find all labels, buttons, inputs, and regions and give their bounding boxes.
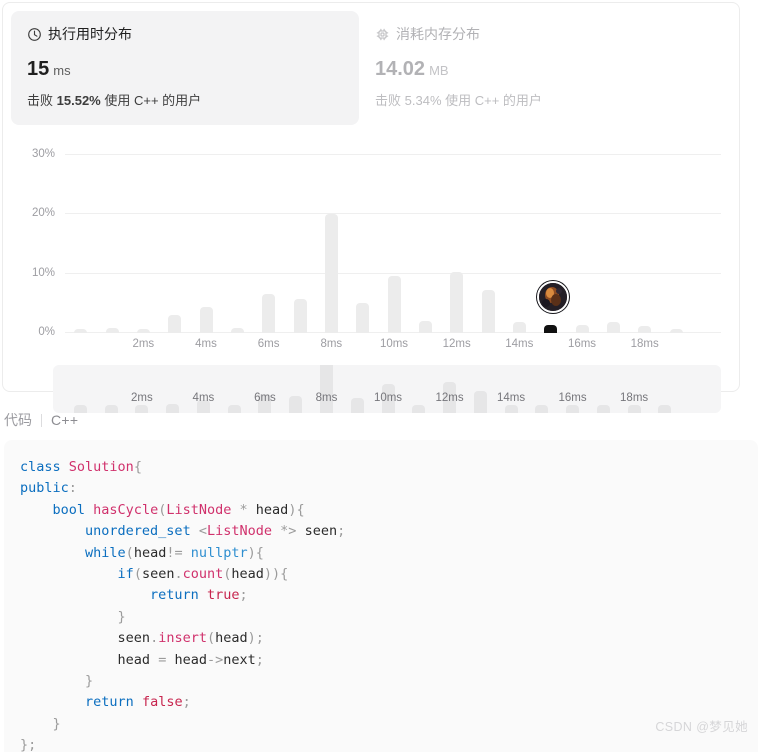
runtime-unit: ms xyxy=(53,63,71,78)
code-label: 代码 xyxy=(4,412,32,428)
chart-bar[interactable] xyxy=(481,289,495,333)
chart-bar[interactable] xyxy=(669,328,683,333)
runtime-card-title: 执行用时分布 xyxy=(48,26,132,42)
memory-value: 14.02 xyxy=(375,58,426,80)
minimap-x-axis-tick: 2ms xyxy=(131,392,153,404)
chip-icon xyxy=(375,27,390,42)
runtime-value: 15 xyxy=(27,58,50,80)
y-axis-tick: 10% xyxy=(31,266,55,279)
user-avatar-marker[interactable] xyxy=(536,280,569,313)
chart-bar[interactable] xyxy=(324,214,338,333)
chart-bar[interactable] xyxy=(512,321,526,333)
x-axis-tick: 2ms xyxy=(132,338,155,350)
chart-bar[interactable] xyxy=(168,314,182,333)
submission-stats-panel: 执行用时分布 15 ms 击败 15.52% 使用 C++ 的用户 消耗内存分布… xyxy=(2,2,740,413)
runtime-beat-prefix: 击败 xyxy=(27,93,54,108)
x-axis-tick: 4ms xyxy=(195,338,217,350)
memory-card-header: 消耗内存分布 xyxy=(375,25,691,43)
chart-bar[interactable] xyxy=(606,321,620,333)
y-axis-tick: 30% xyxy=(31,147,55,160)
x-axis-tick: 6ms xyxy=(257,338,280,350)
code-section-header: 代码 C++ xyxy=(4,410,78,430)
runtime-stat-card[interactable]: 执行用时分布 15 ms 击败 15.52% 使用 C++ 的用户 xyxy=(11,11,359,125)
chart-minimap-brush[interactable]: 2ms 4ms 6ms 8ms 10ms 12ms 14ms 16ms 18ms xyxy=(53,365,721,413)
x-axis-tick: 18ms xyxy=(630,338,659,350)
chart-bar[interactable] xyxy=(293,298,307,333)
code-block[interactable]: class Solution{ public: bool hasCycle(Li… xyxy=(4,440,758,752)
memory-beat-prefix: 击败 xyxy=(375,93,402,108)
x-axis-tick: 16ms xyxy=(567,338,597,350)
memory-beat-suffix: 使用 C++ 的用户 xyxy=(445,93,542,108)
code-content: class Solution{ public: bool hasCycle(Li… xyxy=(20,459,346,752)
runtime-beat-suffix: 使用 C++ 的用户 xyxy=(104,93,202,108)
minimap-x-axis-tick: 16ms xyxy=(558,392,587,404)
runtime-value-row: 15 ms xyxy=(27,57,343,83)
chart-bars xyxy=(65,143,721,333)
memory-card-title: 消耗内存分布 xyxy=(396,26,480,42)
chart-plot-area: 0% 10% 20% 30% xyxy=(32,143,721,338)
memory-beat-percent: 5.34% xyxy=(404,93,442,108)
minimap-x-axis-tick: 6ms xyxy=(254,392,276,404)
x-axis-tick: 14ms xyxy=(505,338,534,350)
x-axis-tick: 10ms xyxy=(379,338,409,350)
csdn-watermark: CSDN @梦见她 xyxy=(655,720,748,734)
runtime-card-header: 执行用时分布 xyxy=(27,25,343,43)
minimap-x-axis-tick: 18ms xyxy=(620,392,649,404)
chart-bar[interactable] xyxy=(74,328,88,333)
minimap-x-axis-tick: 4ms xyxy=(192,392,215,404)
clock-icon xyxy=(27,27,42,42)
chart-bar[interactable] xyxy=(230,327,244,333)
x-axis-tick: 12ms xyxy=(442,338,471,350)
runtime-beat-percent: 15.52% xyxy=(56,93,101,108)
memory-value-row: 14.02 MB xyxy=(375,57,691,83)
minimap-x-axis-tick: 12ms xyxy=(435,392,464,404)
runtime-beat-text: 击败 15.52% 使用 C++ 的用户 xyxy=(27,92,343,109)
chart-bar[interactable] xyxy=(105,328,119,333)
memory-beat-text: 击败 5.34% 使用 C++ 的用户 xyxy=(375,92,691,109)
chart-bar[interactable] xyxy=(450,271,464,333)
chart-bar[interactable] xyxy=(262,294,276,333)
code-language: C++ xyxy=(51,412,79,428)
minimap-x-axis-tick: 14ms xyxy=(496,392,526,404)
code-head-divider xyxy=(41,413,42,427)
chart-bar[interactable] xyxy=(387,276,401,333)
memory-stat-card[interactable]: 消耗内存分布 14.02 MB 击败 5.34% 使用 C++ 的用户 xyxy=(359,11,707,125)
chart-bar-highlighted[interactable] xyxy=(544,324,558,333)
stat-card-row: 执行用时分布 15 ms 击败 15.52% 使用 C++ 的用户 消耗内存分布… xyxy=(3,3,739,125)
chart-bar[interactable] xyxy=(638,326,652,333)
minimap-x-axis-tick: 10ms xyxy=(373,392,403,404)
chart-bar[interactable] xyxy=(356,303,370,333)
chart-bar[interactable] xyxy=(575,324,589,333)
y-axis-tick: 0% xyxy=(38,326,55,338)
memory-unit: MB xyxy=(429,63,449,78)
chart-bar[interactable] xyxy=(418,320,432,333)
x-axis-tick: 8ms xyxy=(320,338,343,350)
distribution-chart: 0% 10% 20% 30% 2ms 4ms 6ms 8ms 10ms 12ms 14ms 16ms… xyxy=(3,133,739,423)
minimap-x-axis: 2ms 4ms 6ms 8ms 10ms 12ms 14ms 16ms 18ms xyxy=(65,392,709,407)
y-axis-tick: 20% xyxy=(31,207,55,220)
chart-bar[interactable] xyxy=(199,307,213,333)
chart-x-axis: 2ms 4ms 6ms 8ms 10ms 12ms 14ms 16ms 18ms xyxy=(65,338,721,354)
chart-bar[interactable] xyxy=(136,328,150,333)
minimap-x-axis-tick: 8ms xyxy=(315,392,338,404)
